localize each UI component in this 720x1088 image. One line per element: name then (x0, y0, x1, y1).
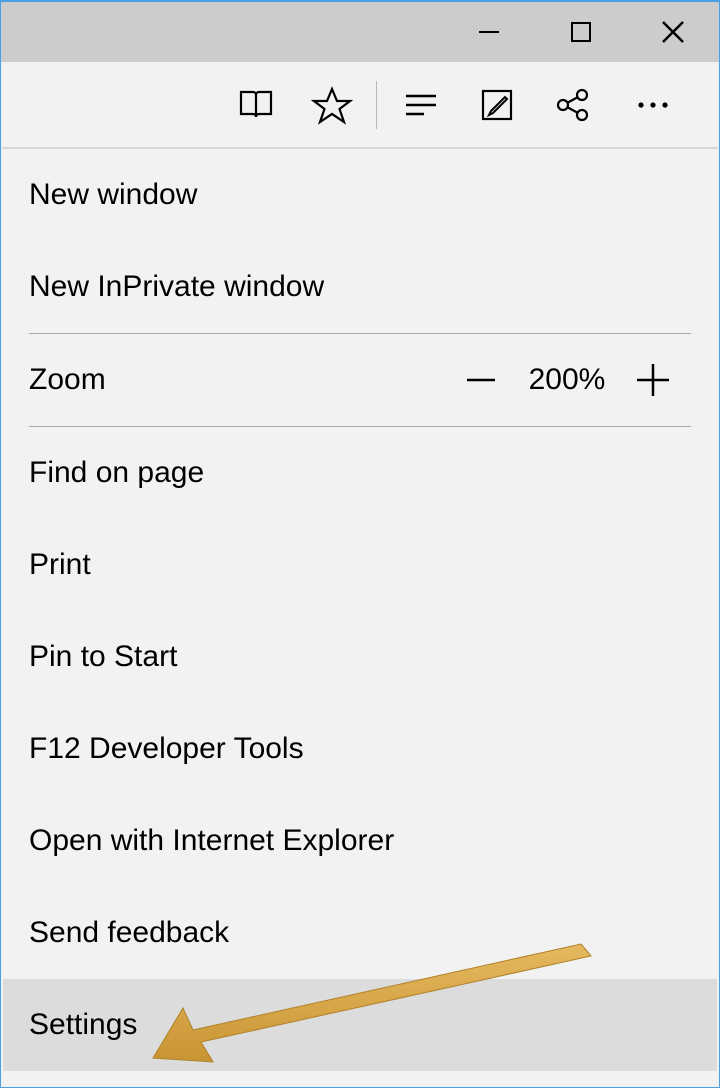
menu-item-pin[interactable]: Pin to Start (3, 611, 717, 703)
zoom-value: 200% (519, 363, 615, 397)
star-icon (311, 84, 353, 126)
menu-item-find[interactable]: Find on page (3, 427, 717, 519)
menu-item-new-inprivate[interactable]: New InPrivate window (3, 241, 717, 333)
menu-item-label: Send feedback (29, 916, 229, 950)
edit-icon (477, 85, 517, 125)
lines-icon (400, 84, 442, 126)
reading-view-button[interactable] (218, 62, 294, 148)
menu-item-new-window[interactable]: New window (3, 149, 717, 241)
menu-item-open-ie[interactable]: Open with Internet Explorer (3, 795, 717, 887)
menu-item-print[interactable]: Print (3, 519, 717, 611)
zoom-out-button[interactable] (443, 334, 519, 426)
more-menu: New window New InPrivate window Zoom 200… (3, 148, 717, 1085)
share-icon (552, 84, 594, 126)
menu-item-devtools[interactable]: F12 Developer Tools (3, 703, 717, 795)
window-titlebar (1, 2, 719, 62)
minimize-button[interactable] (443, 2, 535, 62)
menu-item-label: New window (29, 178, 197, 212)
favorites-button[interactable] (294, 62, 370, 148)
maximize-button[interactable] (535, 2, 627, 62)
menu-item-settings[interactable]: Settings (3, 979, 717, 1071)
close-button[interactable] (627, 2, 719, 62)
more-button[interactable] (611, 62, 695, 148)
menu-item-label: Settings (29, 1008, 137, 1042)
browser-toolbar (1, 62, 719, 148)
menu-item-label: Print (29, 548, 91, 582)
hub-button[interactable] (383, 62, 459, 148)
more-icon (631, 83, 675, 127)
zoom-in-button[interactable] (615, 334, 691, 426)
menu-item-label: Open with Internet Explorer (29, 824, 394, 858)
menu-item-label: New InPrivate window (29, 270, 324, 304)
zoom-label: Zoom (29, 363, 443, 397)
toolbar-divider (376, 81, 377, 129)
book-icon (235, 84, 277, 126)
menu-item-label: Find on page (29, 456, 204, 490)
plus-icon (633, 360, 673, 400)
minimize-icon (477, 20, 501, 44)
menu-item-feedback[interactable]: Send feedback (3, 887, 717, 979)
web-note-button[interactable] (459, 62, 535, 148)
share-button[interactable] (535, 62, 611, 148)
menu-item-zoom: Zoom 200% (3, 334, 717, 426)
minus-icon (463, 362, 499, 398)
menu-item-label: Pin to Start (29, 640, 177, 674)
close-icon (660, 19, 686, 45)
maximize-icon (570, 21, 592, 43)
menu-item-label: F12 Developer Tools (29, 732, 304, 766)
